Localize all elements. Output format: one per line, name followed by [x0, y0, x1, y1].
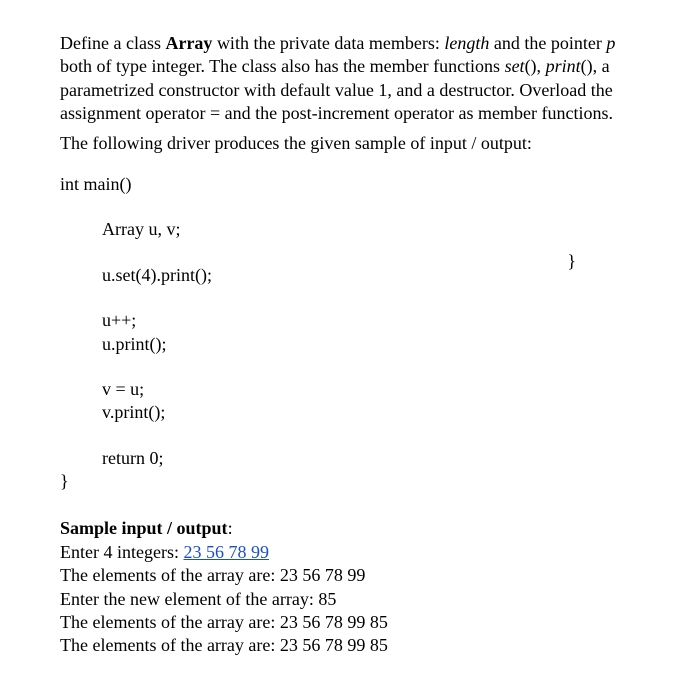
fn-set: set [505, 56, 525, 76]
text-segment: (), [525, 56, 546, 76]
sample-io: Sample input / output: Enter 4 integers:… [60, 517, 636, 657]
code-line: u.print(); [60, 333, 636, 356]
text-segment: with the private data members: [212, 33, 444, 53]
sample-line: Enter 4 integers: 23 56 78 99 [60, 541, 636, 564]
code-line: v.print(); [60, 401, 636, 424]
text-segment: Define a class [60, 33, 165, 53]
var-p: p [606, 33, 615, 53]
stray-brace: } [567, 250, 576, 273]
sample-line: The elements of the array are: 23 56 78 … [60, 611, 636, 634]
code-line: u++; [60, 309, 636, 332]
user-input: 23 56 78 99 [183, 542, 269, 562]
code-line: } [60, 470, 636, 493]
code-line: int main() [60, 173, 636, 196]
code-line: v = u; [60, 378, 636, 401]
text-segment: both of type integer. The class also has… [60, 56, 505, 76]
sample-line: Enter the new element of the array: 85 [60, 588, 636, 611]
code-line: return 0; [60, 447, 636, 470]
code-block: int main() Array u, v; u.set(4).print();… [60, 173, 636, 494]
colon: : [228, 518, 233, 538]
text-segment: and the pointer [489, 33, 606, 53]
code-line: Array u, v; [60, 218, 636, 241]
sample-line: The elements of the array are: 23 56 78 … [60, 564, 636, 587]
sample-line: The elements of the array are: 23 56 78 … [60, 634, 636, 657]
class-name: Array [165, 33, 212, 53]
sample-header: Sample input / output [60, 518, 228, 538]
code-line: u.set(4).print(); [60, 264, 636, 287]
sample-header-line: Sample input / output: [60, 517, 636, 540]
prompt-text: Enter 4 integers: [60, 542, 183, 562]
fn-print: print [546, 56, 581, 76]
problem-description: Define a class Array with the private da… [60, 32, 636, 126]
var-length: length [444, 33, 489, 53]
driver-intro: The following driver produces the given … [60, 132, 636, 155]
